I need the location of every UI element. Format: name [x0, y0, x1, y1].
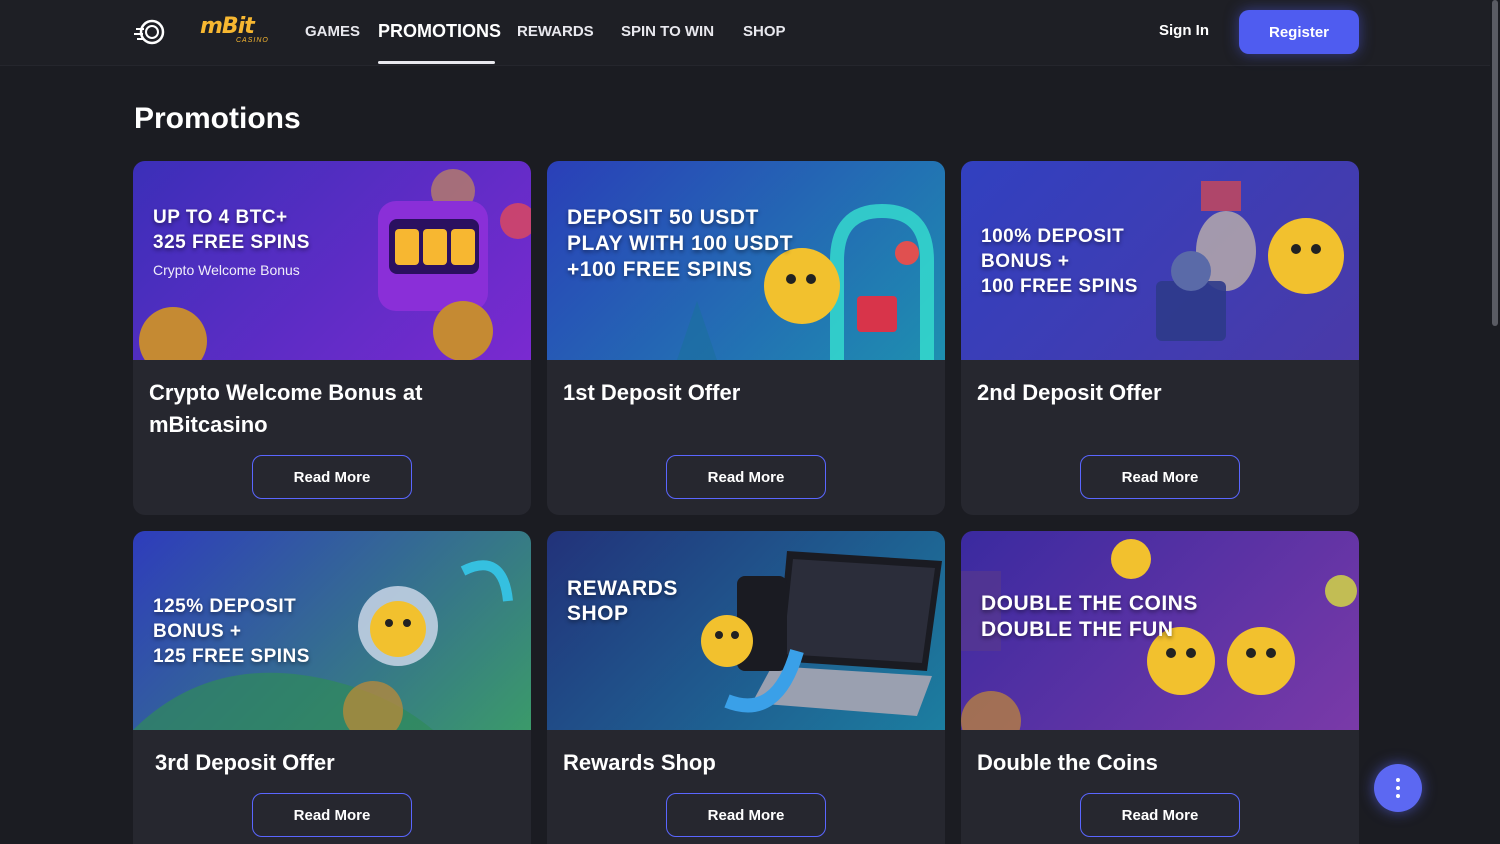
casino-logo-subtext: CASINO: [236, 37, 269, 44]
banner-headline-line: +100 FREE SPINS: [567, 258, 753, 281]
read-more-button[interactable]: Read More: [252, 793, 412, 837]
banner-headline-line: BONUS +: [153, 621, 242, 642]
promo-title[interactable]: 2nd Deposit Offer: [977, 377, 1337, 409]
page-title: Promotions: [134, 102, 301, 135]
banner-headline-line: SHOP: [567, 602, 629, 625]
nav-games[interactable]: GAMES: [305, 23, 360, 40]
read-more-button[interactable]: Read More: [666, 455, 826, 499]
promo-card[interactable]: 100% DEPOSIT BONUS + 100 FREE SPINS 2nd …: [961, 161, 1359, 515]
promo-title[interactable]: Double the Coins: [977, 747, 1337, 779]
banner-headline-line: BONUS +: [981, 251, 1070, 272]
read-more-button[interactable]: Read More: [1080, 793, 1240, 837]
sign-in-link[interactable]: Sign In: [1159, 22, 1209, 39]
promo-title[interactable]: Rewards Shop: [563, 747, 923, 779]
read-more-button[interactable]: Read More: [1080, 455, 1240, 499]
mbit-logo-text[interactable]: mBit: [200, 14, 255, 39]
promo-banner[interactable]: 100% DEPOSIT BONUS + 100 FREE SPINS: [961, 161, 1359, 360]
banner-art: [701, 551, 942, 716]
promo-banner[interactable]: DOUBLE THE COINS DOUBLE THE FUN: [961, 531, 1359, 730]
banner-headline-line: PLAY WITH 100 USDT: [567, 232, 794, 255]
promo-title[interactable]: 1st Deposit Offer: [563, 377, 923, 409]
banner-headline-line: DOUBLE THE COINS: [981, 592, 1198, 615]
promo-banner[interactable]: DEPOSIT 50 USDT PLAY WITH 100 USDT +100 …: [547, 161, 945, 360]
nav-shop[interactable]: SHOP: [743, 23, 786, 40]
banner-headline-line: DEPOSIT 50 USDT: [567, 206, 759, 229]
promo-card[interactable]: UP TO 4 BTC+ 325 FREE SPINS Crypto Welco…: [133, 161, 531, 515]
nav-promotions[interactable]: PROMOTIONS: [378, 21, 501, 42]
scrollbar-thumb[interactable]: [1492, 0, 1498, 326]
mbit-logo-icon[interactable]: [134, 18, 168, 46]
banner-headline-line: 100 FREE SPINS: [981, 276, 1138, 297]
kebab-dot-icon: [1396, 794, 1400, 798]
promo-banner[interactable]: UP TO 4 BTC+ 325 FREE SPINS Crypto Welco…: [133, 161, 531, 360]
banner-subtitle: Crypto Welcome Bonus: [153, 262, 300, 278]
banner-art: [139, 169, 531, 360]
promo-card[interactable]: 125% DEPOSIT BONUS + 125 FREE SPINS 3rd …: [133, 531, 531, 844]
register-button[interactable]: Register: [1239, 10, 1359, 54]
top-navigation-bar: mBit CASINO GAMES PROMOTIONS REWARDS SPI…: [0, 0, 1490, 66]
promo-card[interactable]: REWARDS SHOP Rewards Shop Read More: [547, 531, 945, 844]
banner-headline-line: 325 FREE SPINS: [153, 232, 310, 253]
promo-banner[interactable]: REWARDS SHOP: [547, 531, 945, 730]
more-options-button[interactable]: [1374, 764, 1422, 812]
banner-headline-line: DOUBLE THE FUN: [981, 618, 1174, 641]
banner-headline-line: 125 FREE SPINS: [153, 646, 310, 667]
banner-headline-line: REWARDS: [567, 577, 678, 600]
read-more-button[interactable]: Read More: [252, 455, 412, 499]
active-nav-underline: [378, 61, 495, 64]
promo-banner[interactable]: 125% DEPOSIT BONUS + 125 FREE SPINS: [133, 531, 531, 730]
promo-title[interactable]: 3rd Deposit Offer: [155, 747, 515, 779]
banner-headline-line: 125% DEPOSIT: [153, 596, 297, 617]
promo-card[interactable]: DOUBLE THE COINS DOUBLE THE FUN Double t…: [961, 531, 1359, 844]
promo-card[interactable]: DEPOSIT 50 USDT PLAY WITH 100 USDT +100 …: [547, 161, 945, 515]
banner-headline-line: 100% DEPOSIT: [981, 226, 1125, 247]
kebab-dot-icon: [1396, 786, 1400, 790]
kebab-dot-icon: [1396, 778, 1400, 782]
read-more-button[interactable]: Read More: [666, 793, 826, 837]
banner-headline-line: UP TO 4 BTC+: [153, 207, 288, 228]
promo-title[interactable]: Crypto Welcome Bonus at mBitcasino: [149, 377, 509, 441]
nav-rewards[interactable]: REWARDS: [517, 23, 594, 40]
nav-spin-to-win[interactable]: SPIN TO WIN: [621, 23, 714, 40]
